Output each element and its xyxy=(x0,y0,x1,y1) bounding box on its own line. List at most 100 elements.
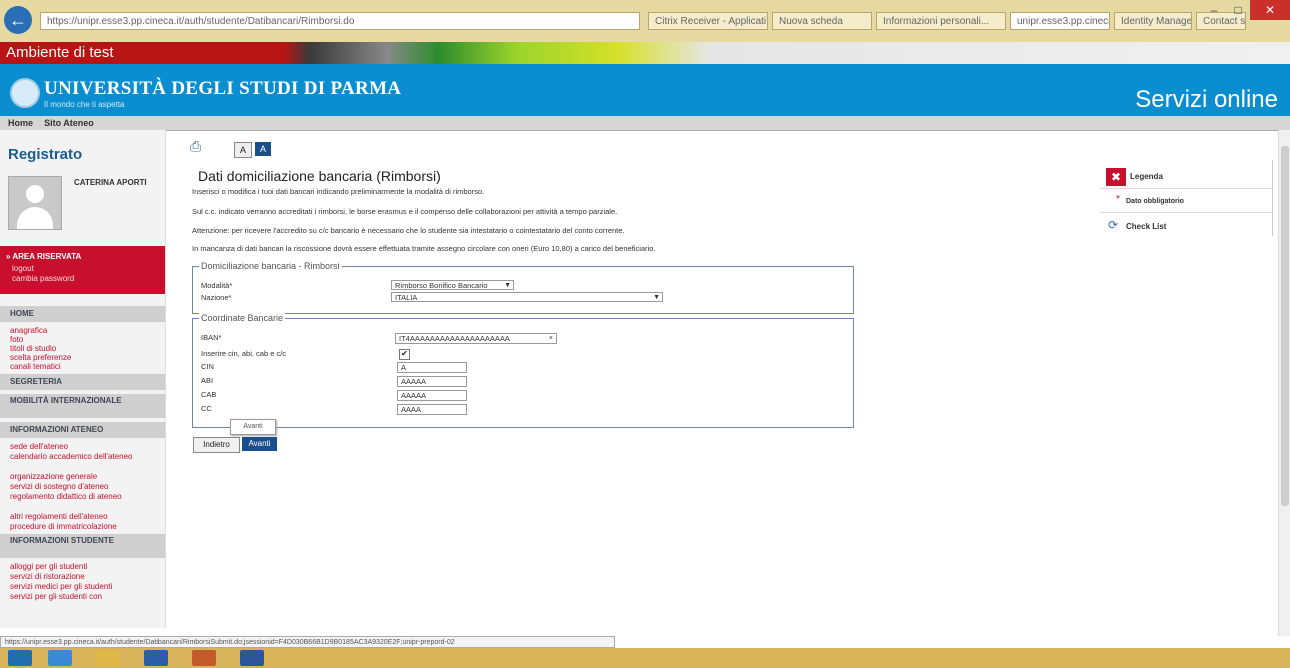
sidebar-link[interactable]: servizi di sostegno d'ateneo xyxy=(10,482,160,491)
site-header: UNIVERSITÀ DEGLI STUDI DI PARMA Il mondo… xyxy=(0,64,1290,116)
inserire-label: Inserire cin, abi, cab e c/c xyxy=(201,349,287,358)
media-player-icon[interactable] xyxy=(192,650,216,666)
info-paragraph: Attenzione: per ricevere l'accredito su … xyxy=(192,226,625,235)
close-icon[interactable]: ✕ xyxy=(1250,0,1290,20)
sidebar-link[interactable]: calendario accademico dell'ateneo xyxy=(10,452,160,461)
browser-tab[interactable]: Informazioni personali... xyxy=(876,12,1006,30)
cab-input[interactable]: AAAAA xyxy=(397,390,467,401)
cambia-password-link[interactable]: cambia password xyxy=(12,274,74,283)
avatar-head-icon xyxy=(26,185,44,203)
coordinate-bancarie-fieldset: Coordinate Bancarie IBAN* IT4AAAAAAAAAAA… xyxy=(192,313,854,428)
section-informazioni-ateneo[interactable]: INFORMAZIONI ATENEO xyxy=(0,422,165,438)
windows-taskbar xyxy=(0,648,1290,668)
clear-icon[interactable]: × xyxy=(549,334,553,344)
legenda-label[interactable]: Legenda xyxy=(1130,172,1163,181)
print-icon[interactable]: ⎙ xyxy=(190,138,204,154)
university-tagline: Il mondo che ti aspetta xyxy=(44,100,125,109)
sidebar-link[interactable]: sede dell'ateneo xyxy=(10,442,160,451)
nazione-select[interactable]: ITALIA ▼ xyxy=(391,292,663,302)
sidebar-link[interactable]: servizi di ristorazione xyxy=(10,572,160,581)
chevron-down-icon: ▼ xyxy=(504,282,511,289)
domiciliazione-legend: Domiciliazione bancaria - Rimborsi xyxy=(199,261,342,271)
browser-tab[interactable]: Citrix Receiver - Applicati... xyxy=(648,12,768,30)
checklist-label[interactable]: Check List xyxy=(1126,222,1166,231)
section-mobilita[interactable]: MOBILITÀ INTERNAZIONALE xyxy=(0,394,165,418)
iban-value: IT4AAAAAAAAAAAAAAAAAAAA xyxy=(399,334,510,343)
section-informazioni-studente[interactable]: INFORMAZIONI STUDENTE xyxy=(0,534,165,558)
sidebar-link[interactable]: procedure di immatricolazione xyxy=(10,522,160,531)
abi-label: ABI xyxy=(201,376,214,385)
sidebar-link[interactable]: titoli di studio xyxy=(10,344,160,353)
iban-label: IBAN* xyxy=(201,333,222,342)
coordinate-legend: Coordinate Bancarie xyxy=(199,313,286,323)
avanti-tooltip: Avanti xyxy=(230,419,276,435)
avanti-button[interactable]: Avanti xyxy=(242,437,277,451)
word-icon[interactable] xyxy=(240,650,264,666)
font-size-normal-button[interactable]: A xyxy=(234,142,252,158)
abi-input[interactable]: AAAAA xyxy=(397,376,467,387)
sidebar-link[interactable]: altri regolamenti dell'ateneo xyxy=(10,512,160,521)
divider xyxy=(1100,212,1272,213)
info-paragraph: In mancanza di dati bancari la riscossio… xyxy=(192,244,656,253)
domiciliazione-fieldset: Domiciliazione bancaria - Rimborsi Modal… xyxy=(192,261,854,314)
browser-tab[interactable]: Identity Management xyxy=(1114,12,1192,30)
info-paragraph: Sul c.c. indicato verranno accreditati i… xyxy=(192,207,618,216)
cin-label: CIN xyxy=(201,362,214,371)
section-segreteria[interactable]: SEGRETERIA xyxy=(0,374,165,390)
cc-input[interactable]: AAAA xyxy=(397,404,467,415)
left-sidebar: Registrato CATERINA APORTI » AREA RISERV… xyxy=(0,130,166,628)
area-riservata-title: » AREA RISERVATA xyxy=(6,252,82,261)
internet-explorer-icon[interactable] xyxy=(48,650,72,666)
university-name[interactable]: UNIVERSITÀ DEGLI STUDI DI PARMA xyxy=(44,78,401,100)
sidebar-link[interactable]: alloggi per gli studenti xyxy=(10,562,160,571)
section-home[interactable]: HOME xyxy=(0,306,165,322)
sidebar-link[interactable]: anagrafica xyxy=(10,326,160,335)
env-label: Ambiente di test xyxy=(6,44,114,61)
area-riservata-box: » AREA RISERVATA logout cambia password xyxy=(0,246,165,294)
browser-tab[interactable]: Nuova scheda xyxy=(772,12,872,30)
sidebar-link[interactable]: servizi medici per gli studenti xyxy=(10,582,160,591)
registrato-heading: Registrato xyxy=(8,146,83,163)
info-paragraph: Inserisci o modifica i tuoi dati bancari… xyxy=(192,187,485,196)
outlook-icon[interactable] xyxy=(144,650,168,666)
windows-start-icon[interactable] xyxy=(8,650,32,666)
legenda-icon[interactable]: ✖ xyxy=(1106,168,1126,186)
sidebar-link[interactable]: regolamento didattico di ateneo xyxy=(10,492,160,501)
avatar-body-icon xyxy=(17,207,53,229)
font-size-large-button[interactable]: A xyxy=(255,142,271,156)
page-title: Dati domiciliazione bancaria (Rimborsi) xyxy=(198,168,441,184)
sidebar-link[interactable]: scelta preferenze xyxy=(10,353,160,362)
browser-tab-active[interactable]: unipr.esse3.pp.cineca.it xyxy=(1010,12,1110,30)
nav-sito-link[interactable]: Sito Ateneo xyxy=(44,118,94,128)
maximize-icon[interactable]: □ xyxy=(1226,0,1250,20)
file-explorer-icon[interactable] xyxy=(96,650,120,666)
modalita-value: Rimborso Bonifico Bancario xyxy=(395,281,488,290)
nav-home-link[interactable]: Home xyxy=(8,118,33,128)
sidebar-link[interactable]: foto xyxy=(10,335,160,344)
scrollbar-thumb[interactable] xyxy=(1281,146,1289,506)
minimize-icon[interactable]: – xyxy=(1202,0,1226,20)
address-bar[interactable]: https://unipr.esse3.pp.cineca.it/auth/st… xyxy=(40,12,640,30)
servizi-online-title: Servizi online xyxy=(1135,86,1278,113)
sidebar-link[interactable]: organizzazione generale xyxy=(10,472,160,481)
iban-input[interactable]: IT4AAAAAAAAAAAAAAAAAAAA × xyxy=(395,333,557,344)
modalita-select[interactable]: Rimborso Bonifico Bancario ▼ xyxy=(391,280,514,290)
sidebar-link[interactable]: canali tematici xyxy=(10,362,160,371)
status-bar-url: https://unipr.esse3.pp.cineca.it/auth/st… xyxy=(0,636,615,648)
inserire-checkbox[interactable]: ✔ xyxy=(399,349,410,360)
indietro-button[interactable]: Indietro xyxy=(193,437,240,453)
cab-label: CAB xyxy=(201,390,217,399)
university-logo-icon[interactable] xyxy=(10,78,40,108)
avatar xyxy=(8,176,62,230)
right-panel: ✖ Legenda * Dato obbligatorio ⟳ Check Li… xyxy=(1100,160,1273,236)
back-arrow-icon[interactable]: ← xyxy=(4,6,32,34)
sidebar-link[interactable]: servizi per gli studenti con xyxy=(10,592,160,601)
required-label: Dato obbligatorio xyxy=(1126,198,1184,205)
cin-input[interactable]: A xyxy=(397,362,467,373)
required-star-icon: * xyxy=(1116,194,1120,205)
vertical-scrollbar[interactable] xyxy=(1278,130,1290,636)
logout-link[interactable]: logout xyxy=(12,264,34,273)
nazione-value: ITALIA xyxy=(395,293,418,302)
checklist-icon[interactable]: ⟳ xyxy=(1108,218,1118,232)
chevron-down-icon: ▼ xyxy=(653,294,660,301)
